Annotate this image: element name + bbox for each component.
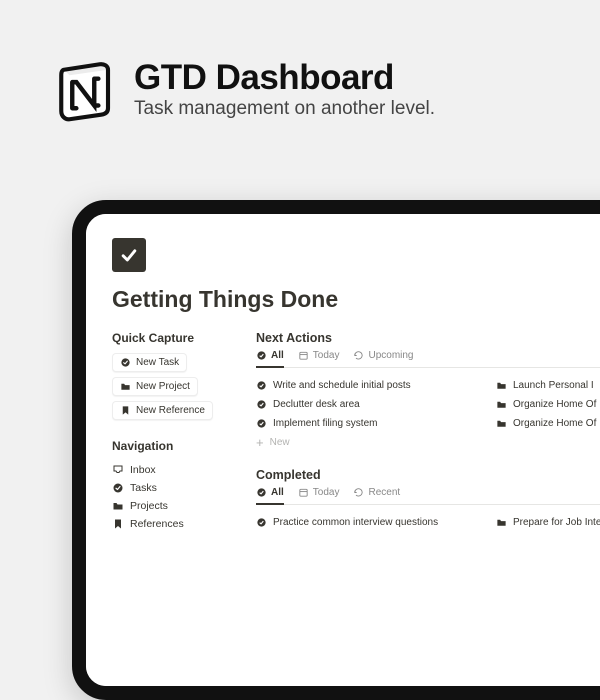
tab-label: Recent <box>368 487 400 498</box>
new-label: New <box>270 437 290 448</box>
tab-all[interactable]: All <box>256 350 284 368</box>
tab-label: Today <box>313 487 340 498</box>
project-link[interactable]: Launch Personal I <box>496 376 596 395</box>
task-row[interactable]: Implement filing system <box>256 414 466 433</box>
button-label: New Reference <box>136 405 205 416</box>
tab-label: Upcoming <box>368 350 413 361</box>
check-circle-icon <box>112 482 124 494</box>
project-title: Organize Home Of <box>513 399 596 410</box>
task-row[interactable]: Write and schedule initial posts <box>256 376 466 395</box>
project-title: Prepare for Job Inte <box>513 517 600 528</box>
quick-capture-heading: Quick Capture <box>112 331 230 345</box>
tab-label: Today <box>313 350 340 361</box>
inbox-icon <box>112 464 124 476</box>
nav-projects[interactable]: Projects <box>112 497 230 515</box>
hero: GTD Dashboard Task management on another… <box>0 0 600 123</box>
check-circle-icon <box>256 399 267 410</box>
project-title: Launch Personal I <box>513 380 594 391</box>
new-task-row[interactable]: + New <box>256 433 466 452</box>
folder-icon <box>496 380 507 391</box>
tab-upcoming[interactable]: Upcoming <box>353 350 413 368</box>
app-screen: Getting Things Done Quick Capture New Ta… <box>86 214 600 686</box>
new-reference-button[interactable]: New Reference <box>112 401 213 420</box>
tab-label: All <box>271 350 284 361</box>
hero-text: GTD Dashboard Task management on another… <box>134 58 435 120</box>
project-link[interactable]: Organize Home Of <box>496 395 596 414</box>
next-actions-tabs: All Today Upcoming <box>256 350 600 368</box>
nav-label: Tasks <box>130 482 157 494</box>
completed-tabs: All Today Recent <box>256 487 600 505</box>
folder-icon <box>496 418 507 429</box>
plus-icon: + <box>256 437 264 448</box>
refresh-icon <box>353 350 364 361</box>
nav-label: Projects <box>130 500 168 512</box>
check-circle-icon <box>256 350 267 361</box>
new-task-button[interactable]: New Task <box>112 353 187 372</box>
calendar-icon <box>298 487 309 498</box>
nav-references[interactable]: References <box>112 515 230 533</box>
button-label: New Task <box>136 357 179 368</box>
check-circle-icon <box>256 380 267 391</box>
button-label: New Project <box>136 381 190 392</box>
nav-tasks[interactable]: Tasks <box>112 479 230 497</box>
tablet-frame: Getting Things Done Quick Capture New Ta… <box>72 200 600 700</box>
next-actions-heading: Next Actions <box>256 331 600 345</box>
nav-inbox[interactable]: Inbox <box>112 461 230 479</box>
folder-icon <box>496 399 507 410</box>
folder-icon <box>120 381 131 392</box>
task-title: Write and schedule initial posts <box>273 380 411 391</box>
project-title: Organize Home Of <box>513 418 596 429</box>
nav-label: References <box>130 518 184 530</box>
page-checkbox-icon <box>112 238 146 272</box>
check-circle-icon <box>256 517 267 528</box>
calendar-icon <box>298 350 309 361</box>
task-row[interactable]: Practice common interview questions <box>256 513 466 532</box>
page-title: Getting Things Done <box>112 286 600 313</box>
project-link[interactable]: Organize Home Of <box>496 414 596 433</box>
task-row[interactable]: Declutter desk area <box>256 395 466 414</box>
project-link[interactable]: Prepare for Job Inte <box>496 513 600 532</box>
completed-heading: Completed <box>256 468 600 482</box>
folder-icon <box>496 517 507 528</box>
tab-today[interactable]: Today <box>298 487 340 505</box>
hero-subtitle: Task management on another level. <box>134 98 435 120</box>
check-circle-icon <box>256 487 267 498</box>
refresh-icon <box>353 487 364 498</box>
task-title: Practice common interview questions <box>273 517 438 528</box>
tab-all[interactable]: All <box>256 487 284 505</box>
notion-logo-icon <box>52 55 120 123</box>
task-title: Declutter desk area <box>273 399 360 410</box>
tab-label: All <box>271 487 284 498</box>
task-title: Implement filing system <box>273 418 377 429</box>
tab-recent[interactable]: Recent <box>353 487 400 505</box>
folder-icon <box>112 500 124 512</box>
bookmark-icon <box>112 518 124 530</box>
bookmark-icon <box>120 405 131 416</box>
nav-label: Inbox <box>130 464 156 476</box>
navigation-heading: Navigation <box>112 439 230 453</box>
check-circle-icon <box>256 418 267 429</box>
tab-today[interactable]: Today <box>298 350 340 368</box>
new-project-button[interactable]: New Project <box>112 377 198 396</box>
check-circle-icon <box>120 357 131 368</box>
hero-title: GTD Dashboard <box>134 58 435 98</box>
